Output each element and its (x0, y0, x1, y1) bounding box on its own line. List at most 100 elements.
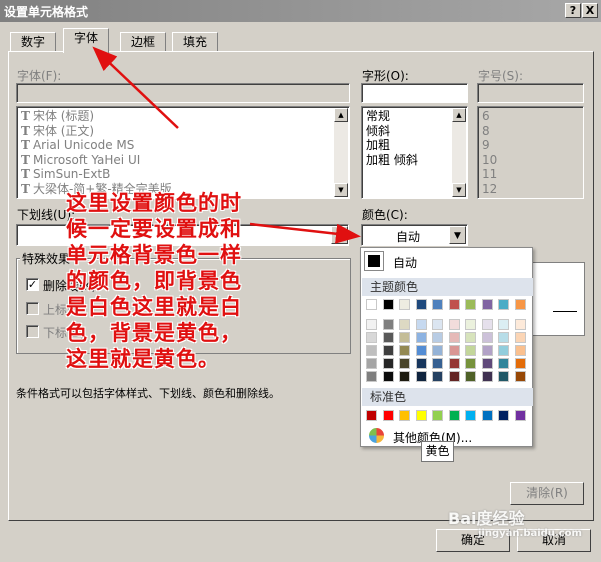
color-swatch[interactable] (514, 299, 526, 310)
clear-button[interactable]: 清除(R) (510, 482, 584, 505)
color-swatch[interactable] (498, 299, 509, 310)
color-swatch[interactable] (465, 319, 476, 330)
color-swatch[interactable] (382, 410, 394, 421)
chevron-down-icon[interactable]: ▼ (331, 226, 348, 244)
color-swatch[interactable] (448, 299, 460, 310)
style-list[interactable]: 常规 倾斜 加粗 加粗 倾斜 ▲ ▼ (361, 106, 468, 199)
strikethrough-checkbox[interactable]: ✓ (26, 278, 39, 291)
color-swatch[interactable] (366, 371, 377, 382)
list-item[interactable]: 11 (478, 167, 583, 182)
help-button[interactable]: ? (565, 3, 581, 18)
scroll-up-icon[interactable]: ▲ (334, 108, 348, 122)
color-swatch[interactable] (498, 358, 509, 369)
color-swatch[interactable] (415, 332, 427, 343)
color-swatch[interactable] (481, 332, 493, 343)
color-swatch[interactable] (514, 332, 526, 343)
color-swatch[interactable] (448, 410, 460, 421)
style-input[interactable] (361, 83, 468, 103)
color-swatch[interactable] (465, 410, 476, 421)
auto-color-option[interactable] (364, 251, 384, 271)
color-swatch[interactable] (415, 319, 427, 330)
superscript-checkbox[interactable] (26, 302, 39, 315)
color-swatch[interactable] (382, 319, 394, 330)
list-item[interactable]: T 宋体 (标题) (17, 109, 349, 124)
list-item[interactable]: T SimSun-ExtB (17, 167, 349, 182)
color-swatch[interactable] (465, 371, 476, 382)
chevron-down-icon[interactable]: ▼ (449, 226, 466, 244)
color-swatch[interactable] (465, 299, 476, 310)
color-swatch[interactable] (498, 371, 509, 382)
color-swatch[interactable] (399, 332, 410, 343)
tab-border[interactable]: 边框 (120, 32, 167, 52)
color-swatch[interactable] (432, 345, 443, 356)
list-item[interactable]: T 宋体 (正文) (17, 124, 349, 139)
color-swatch[interactable] (498, 345, 509, 356)
style-list-scrollbar[interactable]: ▲ ▼ (452, 108, 466, 197)
color-swatch[interactable] (448, 332, 460, 343)
color-swatch[interactable] (382, 299, 394, 310)
color-swatch[interactable] (514, 410, 526, 421)
color-swatch[interactable] (432, 371, 443, 382)
color-swatch[interactable] (465, 345, 476, 356)
color-swatch[interactable] (481, 358, 493, 369)
color-swatch[interactable] (432, 332, 443, 343)
color-swatch[interactable] (448, 319, 460, 330)
color-swatch[interactable] (481, 345, 493, 356)
color-swatch[interactable] (481, 299, 493, 310)
color-swatch[interactable] (399, 319, 410, 330)
color-swatch[interactable] (432, 358, 443, 369)
list-item[interactable]: 10 (478, 153, 583, 168)
color-swatch[interactable] (366, 319, 377, 330)
color-swatch[interactable] (415, 358, 427, 369)
color-swatch[interactable] (498, 410, 509, 421)
size-list[interactable]: 6 8 9 10 11 12 (477, 106, 584, 199)
color-swatch[interactable] (415, 345, 427, 356)
scroll-down-icon[interactable]: ▼ (452, 183, 466, 197)
list-item[interactable]: T Arial Unicode MS (17, 138, 349, 153)
size-input[interactable] (477, 83, 584, 103)
color-swatch[interactable] (481, 319, 493, 330)
color-swatch[interactable] (481, 371, 493, 382)
font-input[interactable] (16, 83, 350, 103)
color-swatch[interactable] (448, 371, 460, 382)
color-swatch[interactable] (382, 371, 394, 382)
color-swatch[interactable] (465, 332, 476, 343)
list-item[interactable]: 8 (478, 124, 583, 139)
color-swatch[interactable] (514, 371, 526, 382)
color-swatch[interactable] (432, 319, 443, 330)
subscript-checkbox[interactable] (26, 325, 39, 338)
color-swatch[interactable] (498, 319, 509, 330)
color-swatch[interactable] (432, 410, 443, 421)
color-swatch[interactable] (399, 299, 410, 310)
color-swatch[interactable] (481, 410, 493, 421)
font-list[interactable]: T 宋体 (标题) T 宋体 (正文) T Arial Unicode MS T Mic… (16, 106, 350, 199)
tab-fill[interactable]: 填充 (172, 32, 219, 52)
color-swatch[interactable] (432, 299, 443, 310)
color-swatch[interactable] (382, 332, 394, 343)
font-list-scrollbar[interactable]: ▲ ▼ (334, 108, 348, 197)
scroll-up-icon[interactable]: ▲ (452, 108, 466, 122)
scroll-down-icon[interactable]: ▼ (334, 183, 348, 197)
color-swatch[interactable] (465, 358, 476, 369)
color-swatch[interactable] (399, 371, 410, 382)
list-item[interactable]: 9 (478, 138, 583, 153)
color-swatch[interactable] (366, 410, 377, 421)
color-swatch[interactable] (448, 358, 460, 369)
color-swatch[interactable] (498, 332, 509, 343)
color-swatch[interactable] (366, 332, 377, 343)
color-swatch[interactable] (415, 371, 427, 382)
list-item[interactable]: 12 (478, 182, 583, 197)
color-swatch[interactable] (366, 345, 377, 356)
color-swatch[interactable] (382, 345, 394, 356)
color-swatch[interactable] (514, 345, 526, 356)
color-swatch[interactable] (399, 358, 410, 369)
tab-font[interactable]: 字体 (63, 28, 110, 53)
color-swatch[interactable] (415, 410, 427, 421)
color-swatch[interactable] (514, 319, 526, 330)
list-item[interactable]: 6 (478, 109, 583, 124)
color-swatch[interactable] (415, 299, 427, 310)
color-swatch[interactable] (399, 345, 410, 356)
close-button[interactable]: X (582, 3, 598, 18)
color-swatch[interactable] (366, 358, 377, 369)
color-swatch[interactable] (399, 410, 410, 421)
